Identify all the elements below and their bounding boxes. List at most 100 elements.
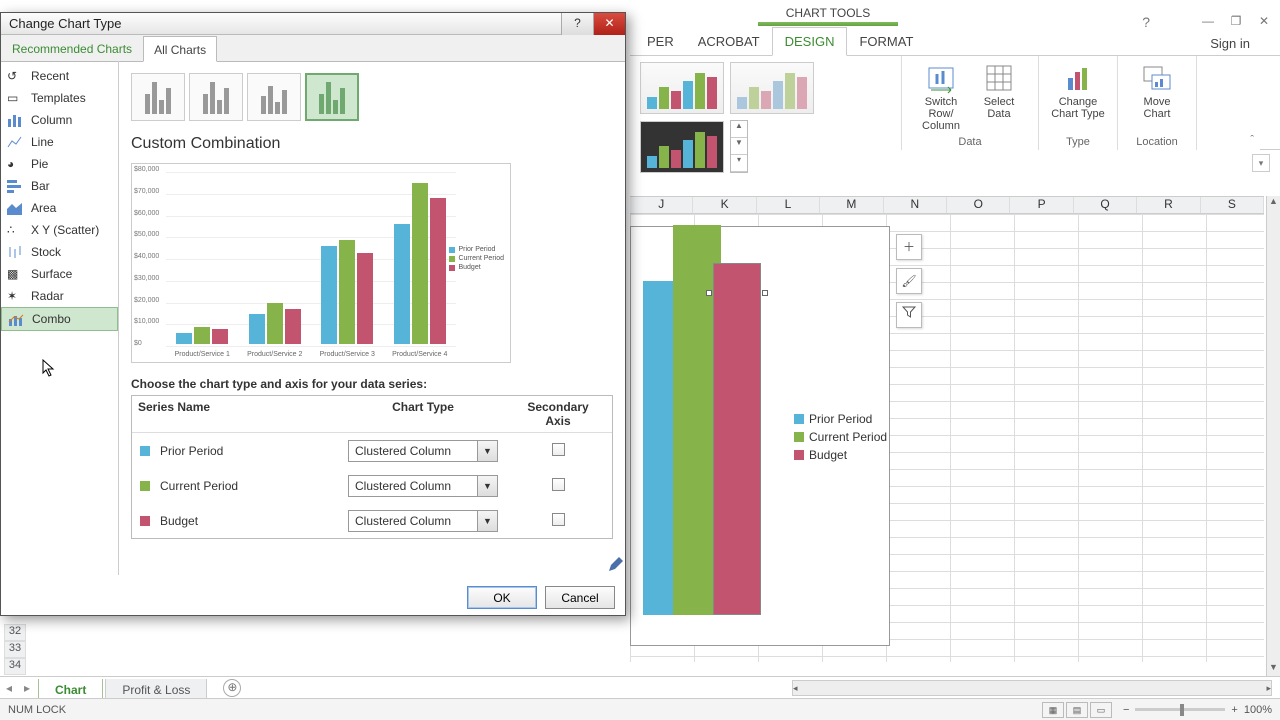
recent-icon: ↺ — [7, 69, 23, 83]
chevron-down-icon: ▼ — [477, 511, 497, 531]
chevron-down-icon: ▼ — [477, 476, 497, 496]
chevron-down-icon: ▼ — [477, 441, 497, 461]
combo-subtype-custom[interactable] — [305, 73, 359, 121]
category-surface[interactable]: ▩Surface — [1, 263, 118, 285]
series-row: Budget Clustered Column▼ — [132, 503, 612, 538]
chart-style-thumb[interactable] — [640, 62, 724, 114]
combo-subtype-1[interactable] — [131, 73, 185, 121]
combo-subtype-2[interactable] — [189, 73, 243, 121]
category-area[interactable]: Area — [1, 197, 118, 219]
category-scatter[interactable]: ∴X Y (Scatter) — [1, 219, 118, 241]
tab-nav-prev-icon[interactable]: ◂ — [6, 681, 12, 695]
chart-style-thumb[interactable] — [640, 121, 724, 173]
category-column[interactable]: Column — [1, 109, 118, 131]
row-header[interactable]: 32 — [4, 624, 26, 641]
col-header[interactable]: M — [820, 197, 883, 213]
combo-subtype-3[interactable] — [247, 73, 301, 121]
series-name-label: Prior Period — [160, 444, 223, 458]
col-header[interactable]: J — [630, 197, 693, 213]
cancel-button[interactable]: Cancel — [545, 586, 615, 609]
category-pie[interactable]: ◕Pie — [1, 153, 118, 175]
window-controls: — ❐ ✕ — [1200, 14, 1272, 28]
group-label-type: Type — [1049, 136, 1107, 148]
chart-type-dropdown[interactable]: Clustered Column▼ — [348, 440, 498, 462]
ribbon-tab-per[interactable]: PER — [635, 28, 686, 55]
category-recent[interactable]: ↺Recent — [1, 65, 118, 87]
chart-legend: Prior Period Current Period Budget — [794, 408, 887, 466]
ribbon-tab-acrobat[interactable]: ACROBAT — [686, 28, 772, 55]
series-config-table: Series Name Chart Type Secondary Axis Pr… — [131, 395, 613, 539]
row-header[interactable]: 34 — [4, 658, 26, 675]
ok-button[interactable]: OK — [467, 586, 537, 609]
name-box-dropdown[interactable]: ▾ — [1252, 154, 1270, 172]
secondary-axis-checkbox[interactable] — [552, 478, 565, 491]
style-gallery-scroll[interactable]: ▲▼▾ — [730, 120, 748, 173]
ribbon-tabs: PER ACROBAT DESIGN FORMAT — [630, 30, 1280, 56]
help-icon[interactable]: ? — [1142, 14, 1150, 30]
pencil-icon — [607, 557, 623, 573]
dialog-help-icon[interactable]: ? — [561, 13, 593, 35]
move-chart-icon — [1141, 62, 1173, 94]
select-data-button[interactable]: Select Data — [970, 62, 1028, 132]
radar-icon: ✶ — [7, 289, 23, 303]
group-label-location: Location — [1128, 136, 1186, 148]
change-chart-type-dialog: Change Chart Type ? ✕ Recommended Charts… — [0, 12, 626, 616]
category-combo[interactable]: Combo — [1, 307, 118, 331]
view-buttons[interactable]: ▦▤▭ — [1041, 702, 1113, 718]
chart-style-thumb[interactable] — [730, 62, 814, 114]
zoom-level[interactable]: 100% — [1244, 704, 1272, 716]
column-icon — [7, 113, 23, 127]
col-chart-type: Chart Type — [328, 396, 518, 432]
templates-icon: ▭ — [7, 91, 23, 105]
secondary-axis-checkbox[interactable] — [552, 443, 565, 456]
col-header[interactable]: O — [947, 197, 1010, 213]
minimize-icon[interactable]: — — [1200, 14, 1216, 28]
secondary-axis-checkbox[interactable] — [552, 513, 565, 526]
col-header[interactable]: R — [1137, 197, 1200, 213]
col-header[interactable]: P — [1010, 197, 1073, 213]
horizontal-scrollbar[interactable]: ◂▸ — [792, 680, 1272, 696]
category-line[interactable]: Line — [1, 131, 118, 153]
category-bar[interactable]: Bar — [1, 175, 118, 197]
restore-icon[interactable]: ❐ — [1228, 14, 1244, 28]
change-chart-type-button[interactable]: Change Chart Type — [1049, 62, 1107, 120]
group-label-data: Data — [912, 136, 1028, 148]
new-sheet-button[interactable]: ⊕ — [223, 679, 241, 697]
move-chart-button[interactable]: Move Chart — [1128, 62, 1186, 120]
col-header[interactable]: S — [1201, 197, 1264, 213]
series-name-label: Current Period — [160, 479, 238, 493]
category-templates[interactable]: ▭Templates — [1, 87, 118, 109]
sheet-tab-profitloss[interactable]: Profit & Loss — [105, 679, 207, 700]
category-stock[interactable]: Stock — [1, 241, 118, 263]
tab-nav-next-icon[interactable]: ▸ — [24, 681, 30, 695]
chart-bar-budget — [713, 263, 761, 615]
vertical-scrollbar[interactable]: ▲▼ — [1266, 196, 1280, 676]
tab-recommended-charts[interactable]: Recommended Charts — [1, 35, 143, 61]
col-header[interactable]: Q — [1074, 197, 1137, 213]
switch-rowcol-icon — [925, 62, 957, 94]
collapse-ribbon-icon[interactable]: ˆ — [1250, 134, 1254, 146]
zoom-slider[interactable] — [1135, 708, 1225, 711]
chart-subtype-pane: Custom Combination Prior Period Current … — [119, 61, 625, 575]
chart-styles-button[interactable]: 🖌 — [896, 268, 922, 294]
zoom-out-icon[interactable]: − — [1123, 704, 1129, 716]
combo-icon — [8, 312, 24, 326]
zoom-in-icon[interactable]: + — [1231, 704, 1237, 716]
tab-all-charts[interactable]: All Charts — [143, 36, 217, 62]
switch-row-column-button[interactable]: Switch Row/ Column — [912, 62, 970, 132]
chart-elements-button[interactable]: ＋ — [896, 234, 922, 260]
col-header[interactable]: N — [884, 197, 947, 213]
dialog-close-icon[interactable]: ✕ — [593, 13, 625, 35]
col-header[interactable]: K — [693, 197, 756, 213]
row-header[interactable]: 33 — [4, 641, 26, 658]
category-radar[interactable]: ✶Radar — [1, 285, 118, 307]
col-header[interactable]: L — [757, 197, 820, 213]
close-icon[interactable]: ✕ — [1256, 14, 1272, 28]
ribbon-tab-design[interactable]: DESIGN — [772, 27, 848, 56]
surface-icon: ▩ — [7, 267, 23, 281]
chart-type-dropdown[interactable]: Clustered Column▼ — [348, 510, 498, 532]
ribbon-tab-format[interactable]: FORMAT — [847, 28, 925, 55]
numlock-indicator: NUM LOCK — [8, 704, 66, 716]
chart-type-dropdown[interactable]: Clustered Column▼ — [348, 475, 498, 497]
chart-filters-button[interactable] — [896, 302, 922, 328]
